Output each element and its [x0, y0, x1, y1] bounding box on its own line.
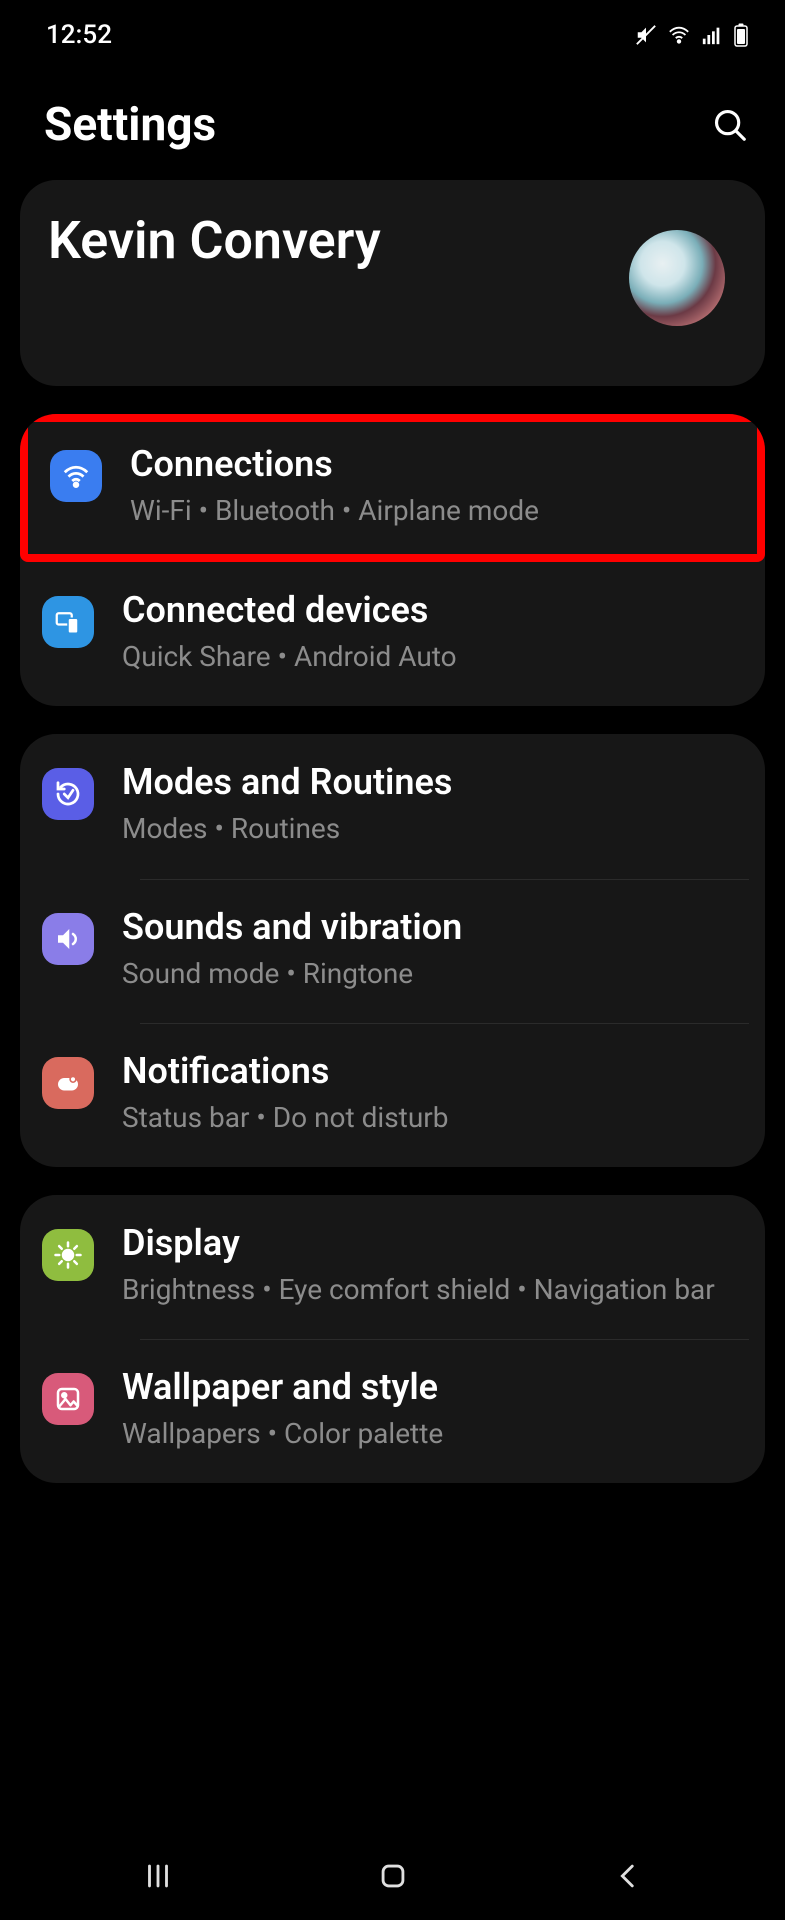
battery-icon [733, 23, 749, 47]
highlight-frame: Connections Wi‑Fi • Bluetooth • Airplane… [20, 414, 765, 562]
settings-item-sounds[interactable]: Sounds and vibration Sound mode • Ringto… [20, 879, 765, 1023]
devices-icon [42, 596, 94, 648]
profile-card[interactable]: Kevin Convery [20, 180, 765, 386]
item-subtitle: Wi‑Fi • Bluetooth • Airplane mode [130, 491, 539, 530]
item-subtitle: Quick Share • Android Auto [122, 637, 457, 676]
item-subtitle: Brightness • Eye comfort shield • Naviga… [122, 1270, 715, 1309]
item-title: Sounds and vibration [122, 905, 462, 950]
settings-item-connections[interactable]: Connections Wi‑Fi • Bluetooth • Airplane… [28, 422, 757, 554]
page-title: Settings [44, 98, 216, 152]
search-icon[interactable] [711, 106, 749, 144]
item-subtitle: Wallpapers • Color palette [122, 1414, 443, 1453]
sound-icon [42, 913, 94, 965]
recents-button[interactable] [141, 1859, 175, 1893]
nav-bar [0, 1836, 785, 1920]
content: Kevin Convery Connections Wi‑Fi • Blueto… [0, 180, 785, 1483]
settings-item-display[interactable]: Display Brightness • Eye comfort shield … [20, 1195, 765, 1339]
item-subtitle: Modes • Routines [122, 809, 452, 848]
header: Settings [0, 58, 785, 180]
settings-group-connections: Connections Wi‑Fi • Bluetooth • Airplane… [20, 414, 765, 706]
profile-name: Kevin Convery [48, 212, 381, 269]
item-title: Notifications [122, 1049, 448, 1094]
item-title: Modes and Routines [122, 760, 452, 805]
notifications-icon [42, 1057, 94, 1109]
brightness-icon [42, 1229, 94, 1281]
back-button[interactable] [611, 1859, 645, 1893]
settings-item-wallpaper[interactable]: Wallpaper and style Wallpapers • Color p… [20, 1339, 765, 1483]
item-title: Wallpaper and style [122, 1365, 443, 1410]
status-time: 12:52 [46, 20, 112, 50]
home-button[interactable] [376, 1859, 410, 1893]
wifi-icon [50, 450, 102, 502]
settings-group-display: Display Brightness • Eye comfort shield … [20, 1195, 765, 1483]
item-subtitle: Status bar • Do not disturb [122, 1098, 448, 1137]
status-bar: 12:52 [0, 0, 785, 58]
item-title: Connected devices [122, 588, 457, 633]
wifi-icon [667, 24, 691, 46]
item-title: Display [122, 1221, 715, 1266]
avatar[interactable] [629, 230, 725, 326]
mute-icon [635, 24, 657, 46]
routines-icon [42, 768, 94, 820]
status-icons [635, 23, 749, 47]
settings-item-connected-devices[interactable]: Connected devices Quick Share • Android … [20, 562, 765, 706]
item-title: Connections [130, 442, 539, 487]
settings-group-modes: Modes and Routines Modes • Routines Soun… [20, 734, 765, 1167]
settings-item-modes-routines[interactable]: Modes and Routines Modes • Routines [20, 734, 765, 878]
item-subtitle: Sound mode • Ringtone [122, 954, 462, 993]
signal-icon [701, 24, 723, 46]
settings-item-notifications[interactable]: Notifications Status bar • Do not distur… [20, 1023, 765, 1167]
wallpaper-icon [42, 1373, 94, 1425]
